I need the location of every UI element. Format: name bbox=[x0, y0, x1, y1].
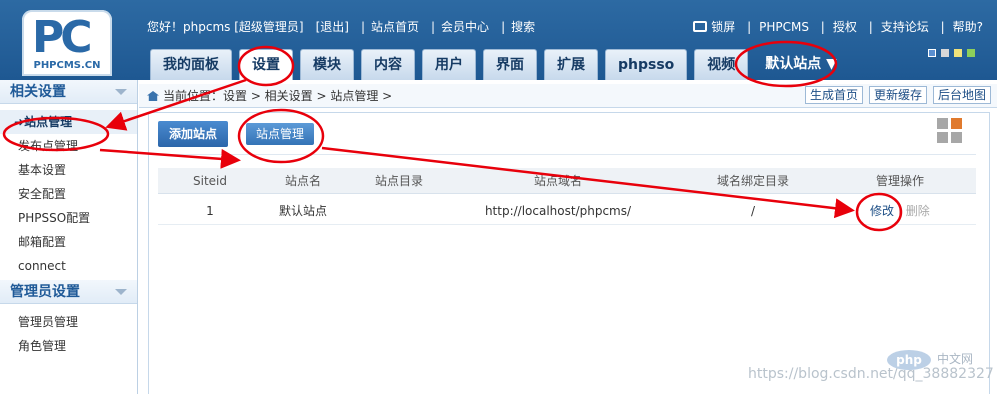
sidebar: 相关设置 ➜站点管理 发布点管理 基本设置 安全配置 PHPSSO配置 邮箱配置… bbox=[0, 80, 138, 394]
collapse-icon bbox=[115, 89, 127, 95]
greeting-text: 您好！phpcms [超级管理员] bbox=[147, 20, 304, 34]
sidebar-item-phpsso[interactable]: PHPSSO配置 bbox=[0, 206, 137, 230]
theme-swatch-yellow[interactable] bbox=[954, 49, 962, 57]
home-icon bbox=[147, 91, 159, 101]
cell-site-name: 默认站点 bbox=[278, 204, 327, 218]
site-manage-button[interactable]: 站点管理 bbox=[246, 123, 314, 145]
sidebar-item-basic-settings[interactable]: 基本设置 bbox=[0, 158, 137, 182]
cell-bind-dir: / bbox=[750, 204, 756, 218]
col-actions: 管理操作 bbox=[875, 174, 924, 188]
sidebar-item-site-manage[interactable]: ➜站点管理 bbox=[0, 110, 137, 134]
logout-link[interactable]: [退出] bbox=[316, 20, 349, 34]
cell-siteid: 1 bbox=[206, 204, 214, 218]
search-link[interactable]: 搜索 bbox=[511, 20, 535, 34]
collapse-icon bbox=[115, 289, 127, 295]
bar-divider: | bbox=[501, 20, 506, 34]
top-header: PC PHPCMS.CN 您好！phpcms [超级管理员] [退出] | 站点首页 |… bbox=[0, 0, 997, 80]
edit-link[interactable]: 修改 bbox=[870, 204, 894, 218]
tab-extensions[interactable]: 扩展 bbox=[544, 49, 598, 80]
add-site-button[interactable]: 添加站点 bbox=[158, 121, 228, 147]
breadcrumb-text: 当前位置：设置 > 相关设置 > 站点管理 > bbox=[163, 89, 393, 103]
tab-interface[interactable]: 界面 bbox=[483, 49, 537, 80]
theme-swatch-gray[interactable] bbox=[941, 49, 949, 57]
site-switcher-label: 默认站点 bbox=[765, 56, 822, 72]
license-link[interactable]: 授权 bbox=[833, 20, 857, 34]
sidebar-item-mail[interactable]: 邮箱配置 bbox=[0, 230, 137, 254]
logo-subtitle: PHPCMS.CN bbox=[33, 60, 101, 71]
php-logo: php bbox=[887, 350, 931, 370]
tab-video[interactable]: 视频 bbox=[694, 49, 749, 80]
cell-site-dir bbox=[354, 197, 444, 225]
sidebar-item-connect[interactable]: connect bbox=[0, 254, 137, 278]
delete-link[interactable]: 删除 bbox=[906, 204, 930, 218]
sidebar-item-admin-manage[interactable]: 管理员管理 bbox=[0, 310, 137, 334]
col-site-dir: 站点目录 bbox=[374, 174, 423, 188]
col-site-domain: 站点域名 bbox=[533, 174, 582, 188]
phpcms-link[interactable]: PHPCMS bbox=[759, 20, 809, 34]
bar-divider: | bbox=[868, 20, 873, 34]
member-center-link[interactable]: 会员中心 bbox=[441, 20, 489, 34]
col-siteid: Siteid bbox=[193, 174, 227, 188]
tab-users[interactable]: 用户 bbox=[422, 49, 476, 80]
watermark-url: https://blog.csdn.net/qq_38882327 bbox=[748, 366, 994, 382]
lock-screen-link[interactable]: 锁屏 bbox=[711, 20, 735, 34]
phpcms-logo[interactable]: PC PHPCMS.CN bbox=[22, 10, 112, 76]
cell-actions: 修改 | 删除 bbox=[870, 197, 950, 225]
arrow-right-icon: ➜ bbox=[14, 115, 25, 129]
sidebar-item-role-manage[interactable]: 角色管理 bbox=[0, 334, 137, 358]
tab-phpsso[interactable]: phpsso bbox=[605, 49, 688, 80]
theme-swatch-green[interactable] bbox=[967, 49, 975, 57]
action-divider: | bbox=[897, 204, 902, 218]
bar-divider: | bbox=[940, 20, 945, 34]
bar-divider: | bbox=[820, 20, 825, 34]
tab-settings[interactable]: 设置 bbox=[239, 49, 293, 80]
sidebar-section-label: 相关设置 bbox=[10, 84, 66, 100]
tab-content[interactable]: 内容 bbox=[361, 49, 415, 80]
generate-homepage-button[interactable]: 生成首页 bbox=[804, 86, 863, 104]
cell-site-domain: http://localhost/phpcms/ bbox=[484, 204, 632, 218]
breadcrumb: 当前位置：设置 > 相关设置 > 站点管理 > 生成首页 更新缓存 后台地图 bbox=[139, 84, 997, 108]
tab-my-panel[interactable]: 我的面板 bbox=[150, 49, 232, 80]
col-site-name: 站点名 bbox=[284, 174, 321, 188]
tab-modules[interactable]: 模块 bbox=[300, 49, 354, 80]
sidebar-section-label: 管理员设置 bbox=[10, 284, 80, 300]
bar-divider: | bbox=[360, 20, 365, 34]
bar-divider: | bbox=[747, 20, 752, 34]
site-switcher[interactable]: 默认站点 ▼ bbox=[755, 49, 847, 80]
sidebar-item-publish-points[interactable]: 发布点管理 bbox=[0, 134, 137, 158]
top-user-bar: 您好！phpcms [超级管理员] [退出] | 站点首页 | 会员中心 | 搜索 bbox=[147, 18, 547, 35]
help-link[interactable]: 帮助? bbox=[953, 20, 983, 34]
sidebar-section-related-settings[interactable]: 相关设置 bbox=[0, 80, 137, 104]
top-right-links: 锁屏 | PHPCMS | 授权 | 支持论坛 | 帮助? bbox=[685, 18, 983, 35]
bar-divider: | bbox=[431, 20, 436, 34]
layout-switch-icon[interactable] bbox=[937, 118, 963, 144]
main-nav: 我的面板 设置 模块 内容 用户 界面 扩展 phpsso 视频 默认站点 ▼ bbox=[150, 49, 847, 80]
chevron-down-icon: ▼ bbox=[826, 56, 837, 72]
table-row: 1 默认站点 http://localhost/phpcms/ / 修改 | 删… bbox=[158, 197, 976, 225]
theme-swatch-blue[interactable] bbox=[928, 49, 936, 57]
table-header: Siteid 站点名 站点目录 站点域名 域名绑定目录 管理操作 bbox=[158, 168, 976, 194]
sidebar-item-label: 站点管理 bbox=[24, 115, 73, 129]
update-cache-button[interactable]: 更新缓存 bbox=[868, 86, 927, 104]
sidebar-item-security[interactable]: 安全配置 bbox=[0, 182, 137, 206]
breadcrumb-actions: 生成首页 更新缓存 后台地图 bbox=[799, 86, 991, 104]
site-home-link[interactable]: 站点首页 bbox=[371, 20, 419, 34]
backend-map-button[interactable]: 后台地图 bbox=[932, 86, 991, 104]
forum-link[interactable]: 支持论坛 bbox=[881, 20, 929, 34]
php-cn-text: 中文网 bbox=[937, 352, 974, 366]
logo-mark: PC bbox=[32, 12, 93, 63]
sidebar-section-admin-settings[interactable]: 管理员设置 bbox=[0, 280, 137, 304]
col-bind-dir: 域名绑定目录 bbox=[716, 174, 789, 188]
toolbar-divider bbox=[158, 154, 976, 155]
monitor-icon bbox=[693, 21, 708, 32]
